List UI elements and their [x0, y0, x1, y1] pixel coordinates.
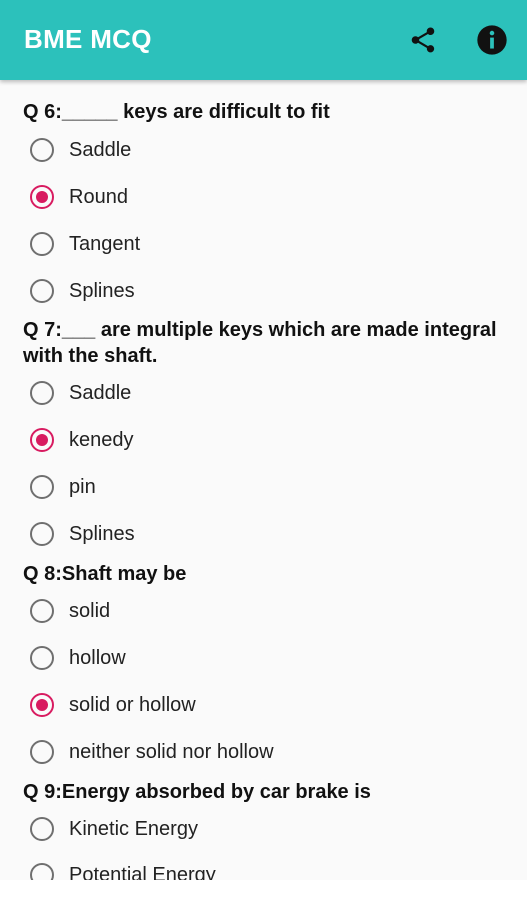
info-button[interactable] [472, 20, 512, 60]
radio-unchecked-icon[interactable] [30, 817, 54, 841]
option-label: kenedy [69, 428, 134, 451]
share-icon [411, 27, 435, 53]
option-label: Splines [69, 279, 135, 302]
option-label: pin [69, 475, 96, 498]
app-title: BME MCQ [24, 24, 152, 54]
radio-unchecked-icon[interactable] [30, 740, 54, 764]
option-radio[interactable]: Splines [30, 514, 135, 554]
radio-unchecked-icon[interactable] [30, 522, 54, 546]
radio-unchecked-icon[interactable] [30, 646, 54, 670]
option-radio[interactable]: solid or hollow [30, 685, 196, 725]
option-radio[interactable]: hollow [30, 638, 126, 678]
radio-unchecked-icon[interactable] [30, 138, 54, 162]
option-radio[interactable]: solid [30, 591, 110, 631]
app-screen: BME MCQ Q 6:_____ keys are difficult to … [0, 0, 527, 900]
radio-unchecked-icon[interactable] [30, 475, 54, 499]
option-radio[interactable]: Potential Energy [30, 855, 216, 880]
option-label: solid or hollow [69, 693, 196, 716]
question-text: Q 9:Energy absorbed by car brake is [23, 781, 371, 803]
radio-unchecked-icon[interactable] [30, 232, 54, 256]
radio-unchecked-icon[interactable] [30, 863, 54, 880]
radio-unchecked-icon[interactable] [30, 279, 54, 303]
option-radio[interactable]: kenedy [30, 420, 134, 460]
option-label: Round [69, 185, 128, 208]
question-text: Q 7:___ are multiple keys which are made… [23, 319, 497, 367]
radio-unchecked-icon[interactable] [30, 381, 54, 405]
option-label: hollow [69, 646, 126, 669]
option-label: Splines [69, 522, 135, 545]
option-radio[interactable]: Kinetic Energy [30, 809, 198, 849]
option-radio[interactable]: Saddle [30, 130, 131, 170]
share-button[interactable] [403, 20, 443, 60]
question-list: Q 6:_____ keys are difficult to fit Sadd… [0, 80, 527, 880]
option-label: Kinetic Energy [69, 817, 198, 840]
option-radio[interactable]: Saddle [30, 373, 131, 413]
option-radio[interactable]: neither solid nor hollow [30, 732, 274, 772]
option-radio[interactable]: Round [30, 177, 128, 217]
option-label: Saddle [69, 138, 132, 161]
option-radio[interactable]: Tangent [30, 224, 140, 264]
option-label: Tangent [69, 232, 141, 255]
screen-bottom-edge [0, 880, 527, 900]
info-icon [477, 25, 507, 55]
option-label: Saddle [69, 381, 132, 404]
radio-unchecked-icon[interactable] [30, 599, 54, 623]
option-radio[interactable]: pin [30, 467, 96, 507]
option-radio[interactable]: Splines [30, 271, 135, 311]
option-label: neither solid nor hollow [69, 740, 274, 763]
app-bar: BME MCQ [0, 0, 527, 80]
question-text: Q 8:Shaft may be [23, 563, 187, 585]
radio-checked-icon[interactable] [30, 185, 54, 209]
question-text: Q 6:_____ keys are difficult to fit [23, 101, 330, 123]
radio-checked-icon[interactable] [30, 693, 54, 717]
radio-checked-icon[interactable] [30, 428, 54, 452]
option-label: solid [69, 599, 111, 622]
option-label: Potential Energy [69, 863, 216, 881]
